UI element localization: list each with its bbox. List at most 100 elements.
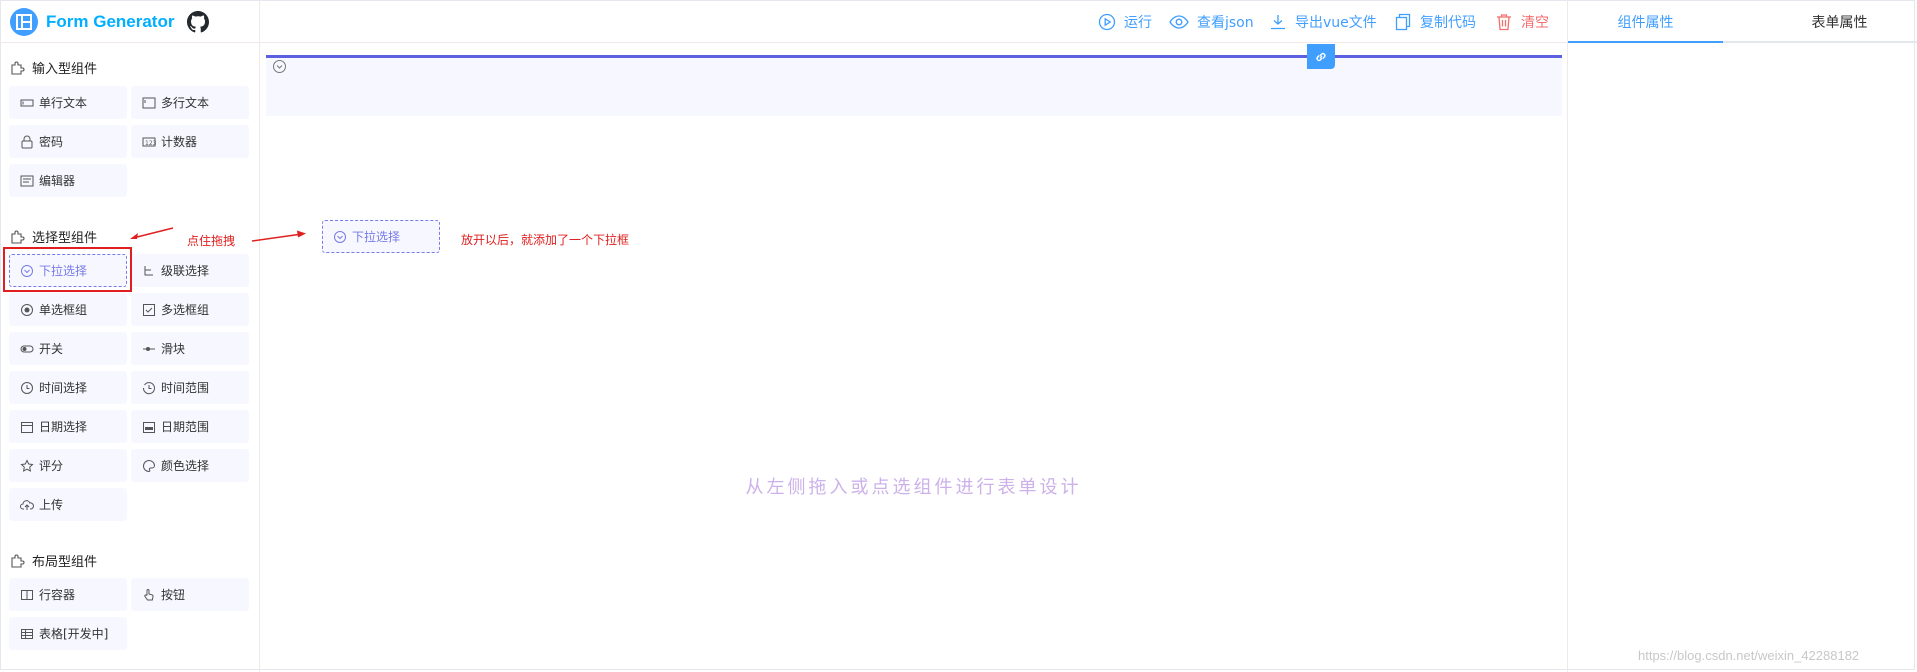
editor-icon — [20, 174, 34, 188]
comp-radio-group[interactable]: 单选框组 — [9, 293, 127, 326]
input-icon — [20, 96, 34, 110]
copy-code-button[interactable]: 复制代码 — [1394, 0, 1476, 43]
upload-icon — [20, 498, 34, 512]
slider-icon — [142, 342, 156, 356]
copy-code-label: 复制代码 — [1420, 14, 1476, 31]
ghost-label: 下拉选择 — [352, 230, 401, 244]
comp-label: 多行文本 — [161, 96, 210, 110]
time-range-icon — [142, 381, 156, 395]
group-title-input-label: 输入型组件 — [32, 62, 98, 77]
pointer-icon — [142, 588, 156, 602]
comp-label: 级联选择 — [161, 264, 210, 278]
lock-icon — [20, 135, 34, 149]
comp-label: 编辑器 — [39, 174, 76, 188]
copy-document-icon — [1395, 13, 1411, 30]
comp-counter[interactable]: 123 计数器 — [131, 125, 249, 158]
comp-editor[interactable]: 编辑器 — [9, 164, 127, 197]
comp-rate[interactable]: 评分 — [9, 449, 127, 482]
export-vue-button[interactable]: 导出vue文件 — [1269, 0, 1377, 43]
comp-label: 多选框组 — [161, 303, 210, 317]
comp-label: 计数器 — [161, 135, 198, 149]
comp-single-line-text[interactable]: 单行文本 — [9, 86, 127, 119]
comp-checkbox-group[interactable]: 多选框组 — [131, 293, 249, 326]
active-form-row[interactable] — [266, 55, 1562, 116]
comp-textarea[interactable]: 多行文本 — [131, 86, 249, 119]
empty-canvas-hint: 从左侧拖入或点选组件进行表单设计 — [745, 477, 1082, 498]
arrow-right-icon — [251, 230, 306, 242]
tab-label: 表单属性 — [1811, 14, 1868, 31]
puzzle-icon — [11, 554, 25, 568]
comp-password[interactable]: 密码 — [9, 125, 127, 158]
comp-slider[interactable]: 滑块 — [131, 332, 249, 365]
dragged-select-ghost[interactable]: 下拉选择 — [322, 220, 440, 253]
clear-button[interactable]: 清空 — [1495, 0, 1549, 43]
play-icon — [1098, 13, 1116, 30]
comp-label: 评分 — [39, 459, 64, 473]
run-button[interactable]: 运行 — [1098, 0, 1152, 43]
comp-label: 密码 — [39, 135, 64, 149]
run-label: 运行 — [1124, 14, 1152, 31]
comp-label: 滑块 — [161, 342, 186, 356]
form-canvas[interactable]: 从左侧拖入或点选组件进行表单设计 — [260, 43, 1567, 672]
table-icon — [20, 627, 34, 641]
link-icon — [1316, 52, 1326, 61]
puzzle-icon — [11, 61, 25, 75]
comp-label: 单行文本 — [39, 96, 88, 110]
palette-icon — [142, 459, 156, 473]
comp-label: 时间选择 — [39, 381, 88, 395]
app-logo[interactable]: Form Generator — [10, 8, 174, 36]
tab-form-properties[interactable]: 表单属性 — [1762, 0, 1917, 43]
arrow-left-icon — [130, 227, 174, 239]
comp-time-picker[interactable]: 时间选择 — [9, 371, 127, 404]
comp-cascader[interactable]: 级联选择 — [131, 254, 249, 287]
clear-label: 清空 — [1521, 14, 1549, 31]
sidebar-divider — [0, 42, 260, 43]
comp-label: 行容器 — [39, 588, 76, 602]
comp-label: 单选框组 — [39, 303, 88, 317]
cascader-icon — [142, 264, 156, 278]
comp-color-picker[interactable]: 颜色选择 — [131, 449, 249, 482]
comp-button[interactable]: 按钮 — [131, 578, 249, 611]
comp-label: 开关 — [39, 342, 64, 356]
group-title-input: 输入型组件 — [10, 58, 97, 77]
tab-component-properties[interactable]: 组件属性 — [1568, 0, 1723, 43]
group-title-select-label: 选择型组件 — [32, 231, 98, 246]
comp-label: 上传 — [39, 498, 64, 512]
row-icon — [20, 588, 34, 602]
group-title-layout: 布局型组件 — [10, 551, 97, 570]
comp-label: 时间范围 — [161, 381, 210, 395]
comp-time-range[interactable]: 时间范围 — [131, 371, 249, 404]
toolbar: 运行 查看json 导出vue文件 复制代码 清空 — [260, 0, 1567, 43]
comp-date-range[interactable]: 日期范围 — [131, 410, 249, 443]
drop-hint-annotation: 放开以后，就添加了一个下拉框 — [461, 233, 630, 247]
textarea-icon — [142, 96, 156, 110]
highlight-box — [3, 247, 132, 292]
comp-table[interactable]: 表格[开发中] — [9, 617, 127, 650]
puzzle-icon — [11, 230, 25, 244]
comp-switch[interactable]: 开关 — [9, 332, 127, 365]
export-vue-label: 导出vue文件 — [1295, 14, 1377, 31]
calendar-icon — [20, 420, 34, 434]
comp-date-picker[interactable]: 日期选择 — [9, 410, 127, 443]
logo-icon — [10, 8, 38, 36]
active-tab-indicator — [1568, 41, 1723, 43]
link-button[interactable] — [1307, 44, 1335, 69]
tab-label: 组件属性 — [1617, 14, 1674, 31]
comp-upload[interactable]: 上传 — [9, 488, 127, 521]
comp-label: 日期范围 — [161, 420, 210, 434]
view-json-label: 查看json — [1197, 14, 1254, 31]
github-icon[interactable] — [187, 11, 209, 33]
properties-tabs: 组件属性 表单属性 — [1568, 0, 1917, 43]
app-title: Form Generator — [46, 12, 175, 31]
comp-row-container[interactable]: 行容器 — [9, 578, 127, 611]
comp-label: 按钮 — [161, 588, 186, 602]
switch-icon — [20, 342, 34, 356]
eye-icon — [1169, 14, 1189, 29]
counter-icon: 123 — [142, 135, 156, 149]
view-json-button[interactable]: 查看json — [1169, 0, 1254, 43]
clock-icon — [20, 381, 34, 395]
checkbox-icon — [142, 303, 156, 317]
star-icon — [20, 458, 34, 473]
group-title-layout-label: 布局型组件 — [32, 555, 98, 570]
watermark: https://blog.csdn.net/weixin_42288182 — [1638, 648, 1860, 663]
